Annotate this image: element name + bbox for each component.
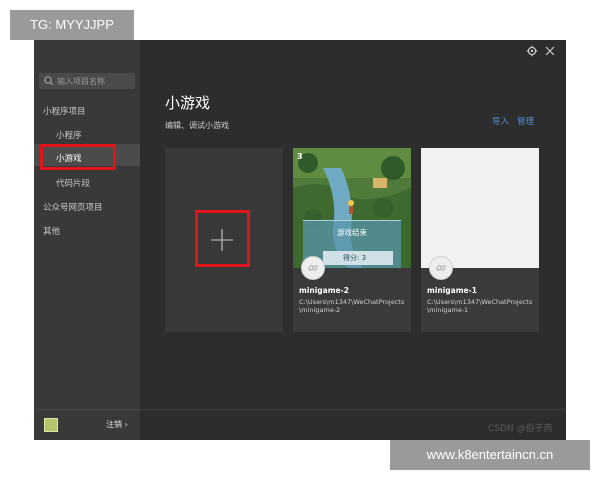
project-name: minigame-1 bbox=[427, 286, 477, 295]
search-icon bbox=[44, 76, 54, 86]
game-score: 得分: 3 bbox=[323, 251, 393, 265]
gear-icon[interactable] bbox=[526, 45, 538, 57]
sidebar-item-code-snippets[interactable]: 代码片段 bbox=[56, 177, 90, 189]
close-icon[interactable] bbox=[544, 45, 556, 57]
manage-link[interactable]: 管理 bbox=[517, 115, 534, 127]
project-name: minigame-2 bbox=[299, 286, 349, 295]
page-title: 小游戏 bbox=[165, 94, 211, 112]
search-box bbox=[39, 73, 135, 89]
annotation-highlight-box bbox=[40, 144, 116, 170]
new-project-card[interactable] bbox=[165, 148, 283, 332]
annotation-highlight-box bbox=[195, 210, 250, 267]
page-subtitle: 编辑、调试小游戏 bbox=[165, 121, 229, 130]
project-thumbnail bbox=[421, 148, 539, 268]
link-icon bbox=[301, 256, 325, 280]
import-link[interactable]: 导入 bbox=[492, 115, 509, 127]
project-path: C:\Users\m1347\WeChatProjects\minigame-1 bbox=[427, 298, 533, 314]
sidebar-item-official-web-projects[interactable]: 公众号网页项目 bbox=[43, 201, 103, 213]
project-path: C:\Users\m1347\WeChatProjects\minigame-2 bbox=[299, 298, 405, 314]
thumbnail-number: 3 bbox=[297, 152, 303, 161]
sidebar-item-miniprogram-projects[interactable]: 小程序项目 bbox=[43, 105, 86, 117]
watermark-url: www.k8entertaincn.cn bbox=[390, 440, 590, 470]
sidebar-item-miniprogram[interactable]: 小程序 bbox=[56, 129, 82, 141]
project-card[interactable]: minigame-1 C:\Users\m1347\WeChatProjects… bbox=[421, 148, 539, 332]
avatar[interactable] bbox=[44, 418, 58, 432]
logout-button[interactable]: 注销 › bbox=[106, 419, 128, 430]
footer-credit: CSDN @伯子南 bbox=[488, 424, 553, 434]
watermark-tag: TG: MYYJJPP bbox=[10, 10, 134, 40]
link-icon bbox=[429, 256, 453, 280]
app-window: 小程序项目 小程序 小游戏 代码片段 公众号网页项目 其他 注销 › 小游戏 编… bbox=[34, 40, 566, 440]
game-over-title: 游戏结束 bbox=[337, 228, 367, 237]
sidebar-item-other[interactable]: 其他 bbox=[43, 225, 60, 237]
sidebar-footer: 注销 › bbox=[34, 409, 140, 440]
project-thumbnail: 3 游戏结束 得分: 3 bbox=[293, 148, 411, 268]
search-input[interactable] bbox=[55, 76, 133, 86]
sidebar: 小程序项目 小程序 小游戏 代码片段 公众号网页项目 其他 注销 › bbox=[34, 40, 140, 440]
project-card[interactable]: 3 游戏结束 得分: 3 minigame-2 C:\Users\m1347\W… bbox=[293, 148, 411, 332]
